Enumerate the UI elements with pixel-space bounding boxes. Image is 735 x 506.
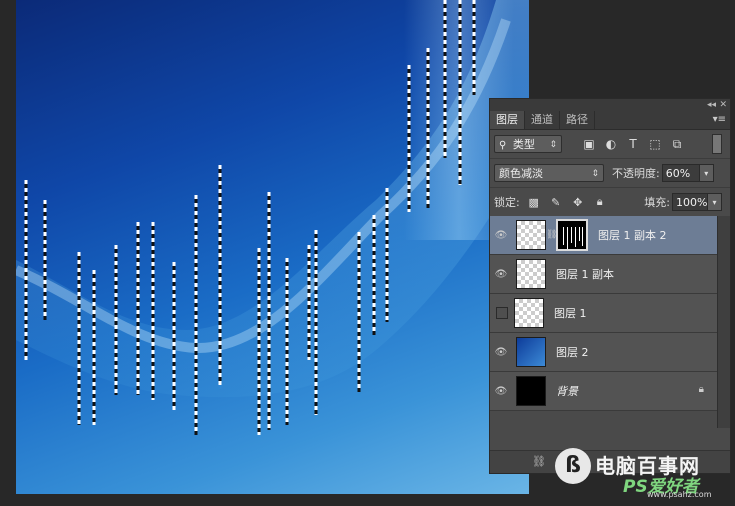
- adjustment-filter-icon[interactable]: ◐: [602, 135, 620, 153]
- layer-name[interactable]: 图层 2: [556, 344, 589, 360]
- layers-list: 👁︎ ⛓︎ 图层 1 副本 2 👁︎ 图层 1 副本 图层 1 👁︎ 图层 2 …: [490, 216, 720, 411]
- lock-paint-icon[interactable]: ✎: [548, 194, 564, 210]
- opacity-input[interactable]: 60%: [661, 164, 700, 182]
- layer-name[interactable]: 图层 1 副本: [556, 266, 614, 282]
- shape-filter-icon[interactable]: ⬚: [646, 135, 664, 153]
- search-icon: ⚲: [499, 140, 507, 151]
- opacity-label: 不透明度:: [612, 167, 660, 180]
- filter-toggle[interactable]: [712, 134, 722, 154]
- filter-kind-dropdown[interactable]: ⚲ 类型 ⇕: [494, 135, 562, 153]
- blend-mode-dropdown[interactable]: 颜色减淡 ⇕: [494, 164, 604, 182]
- visibility-toggle-off[interactable]: [496, 307, 508, 319]
- filter-kind-label: 类型: [512, 138, 535, 151]
- layer-mask-thumbnail[interactable]: [556, 219, 588, 251]
- image-filter-icon[interactable]: ▣: [580, 135, 598, 153]
- blend-row: 颜色减淡 ⇕ 不透明度: 60% ▾: [490, 159, 730, 188]
- layer-name[interactable]: 背景: [556, 383, 578, 399]
- layer-row-layer2[interactable]: 👁︎ 图层 2: [490, 333, 720, 372]
- fill-input[interactable]: 100%: [672, 193, 708, 211]
- layer-name[interactable]: 图层 1 副本 2: [598, 227, 667, 243]
- watermark-logo: ß: [555, 448, 591, 484]
- lock-label: 锁定:: [494, 196, 520, 209]
- layer-thumbnail: [516, 220, 546, 250]
- tab-paths[interactable]: 路径: [560, 111, 595, 129]
- fill-label: 填充:: [644, 196, 670, 209]
- blend-mode-value: 颜色减淡: [499, 167, 543, 180]
- lock-row: 锁定: ▩ ✎ ✥ 🔒︎ 填充: 100% ▾: [490, 188, 730, 217]
- document-canvas[interactable]: [16, 0, 529, 494]
- smartobject-filter-icon[interactable]: ⧉: [668, 135, 686, 153]
- chevron-updown-icon: ⇕: [549, 140, 557, 150]
- layers-panel: ◂◂ ✕ 图层 通道 路径 ▾≡ ⚲ 类型 ⇕ ▣ ◐ T ⬚ ⧉ 颜色减淡 ⇕…: [489, 98, 731, 474]
- eye-icon[interactable]: 👁︎: [490, 230, 512, 241]
- layer-thumbnail: [516, 337, 546, 367]
- lock-icon: 🔒︎: [698, 384, 704, 395]
- layer-row-copy2[interactable]: 👁︎ ⛓︎ 图层 1 副本 2: [490, 216, 720, 255]
- lock-all-icon[interactable]: 🔒︎: [592, 194, 608, 210]
- layer-name[interactable]: 图层 1: [554, 305, 587, 321]
- layer-thumbnail: [516, 376, 546, 406]
- layers-scrollbar[interactable]: [717, 216, 730, 428]
- aurora-artwork: [16, 0, 529, 435]
- type-filter-icon[interactable]: T: [624, 135, 642, 153]
- lock-transparent-icon[interactable]: ▩: [526, 194, 542, 210]
- link-icon[interactable]: ⛓︎: [546, 230, 557, 240]
- layer-row-background[interactable]: 👁︎ 背景 🔒︎: [490, 372, 720, 411]
- tab-layers[interactable]: 图层: [490, 111, 525, 129]
- panel-tabs: 图层 通道 路径 ▾≡: [490, 111, 730, 130]
- layer-thumbnail: [514, 298, 544, 328]
- fill-dropdown-icon[interactable]: ▾: [708, 193, 722, 211]
- tab-channels[interactable]: 通道: [525, 111, 560, 129]
- watermark-url: www.psahz.com: [647, 490, 712, 499]
- eye-icon[interactable]: 👁︎: [490, 386, 512, 397]
- eye-icon[interactable]: 👁︎: [490, 269, 512, 280]
- layer-row-layer1[interactable]: 图层 1: [490, 294, 720, 333]
- close-icon[interactable]: ✕: [719, 99, 727, 111]
- layer-row-copy[interactable]: 👁︎ 图层 1 副本: [490, 255, 720, 294]
- panel-menu-icon[interactable]: ▾≡: [713, 111, 726, 129]
- opacity-dropdown-icon[interactable]: ▾: [699, 164, 714, 182]
- collapse-icon[interactable]: ◂◂: [707, 99, 716, 111]
- chevron-updown-icon: ⇕: [591, 169, 599, 179]
- layer-thumbnail: [516, 259, 546, 289]
- panel-title-strip[interactable]: ◂◂ ✕: [490, 99, 730, 111]
- filter-row: ⚲ 类型 ⇕ ▣ ◐ T ⬚ ⧉: [490, 130, 730, 159]
- lock-move-icon[interactable]: ✥: [570, 194, 586, 210]
- watermark: ß 电脑百事网 PS爱好者 www.psahz.com: [555, 446, 735, 506]
- eye-icon[interactable]: 👁︎: [490, 347, 512, 358]
- link-layers-icon[interactable]: ⛓︎: [532, 455, 546, 468]
